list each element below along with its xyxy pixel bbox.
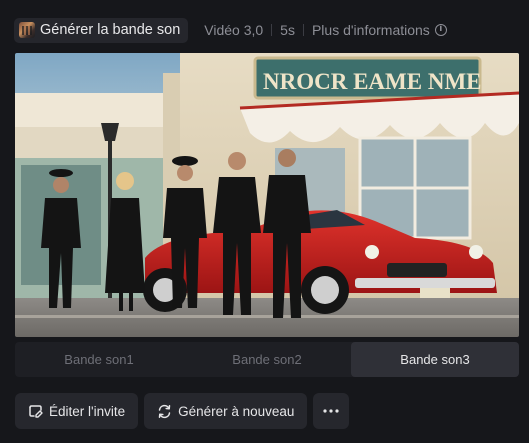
edit-icon — [29, 404, 43, 418]
edit-prompt-label: Éditer l'invite — [49, 403, 126, 419]
action-bar: Éditer l'invite Générer à nouveau — [15, 393, 350, 429]
tab-label: Bande son1 — [64, 352, 134, 367]
refresh-icon — [158, 404, 171, 418]
sign-text: NROCR EAME NME — [263, 69, 482, 94]
regenerate-button[interactable]: Générer à nouveau — [144, 393, 308, 429]
tab-soundtrack-2[interactable]: Bande son2 — [183, 342, 351, 377]
tab-label: Bande son3 — [400, 352, 470, 367]
more-options-button[interactable] — [313, 393, 350, 429]
divider — [302, 24, 304, 36]
header-bar: Générer la bande son Vidéo 3,0 5s Plus d… — [14, 17, 515, 43]
tab-label: Bande son2 — [232, 352, 302, 367]
soundtrack-tabs: Bande son1 Bande son2 Bande son3 — [15, 342, 519, 377]
more-info-label: Plus d'informations — [311, 22, 430, 38]
more-icon — [323, 409, 340, 413]
tab-soundtrack-1[interactable]: Bande son1 — [15, 342, 183, 377]
generate-soundtrack-chip[interactable]: Générer la bande son — [14, 17, 189, 43]
generation-meta: Vidéo 3,0 5s Plus d'informations i — [204, 22, 447, 38]
preview-scene: NROCR EAME NME — [15, 53, 519, 337]
left-building-band — [15, 93, 165, 127]
generation-card: Générer la bande son Vidéo 3,0 5s Plus d… — [0, 0, 529, 443]
thumbnail-icon — [19, 22, 35, 38]
model-label: Vidéo 3,0 — [204, 22, 264, 38]
duration-label: 5s — [280, 22, 295, 38]
generate-soundtrack-label: Générer la bande son — [40, 22, 181, 38]
edit-prompt-button[interactable]: Éditer l'invite — [15, 393, 139, 429]
more-info-link[interactable]: Plus d'informations i — [312, 22, 447, 38]
regenerate-label: Générer à nouveau — [178, 403, 295, 419]
info-icon: i — [434, 24, 447, 36]
curb — [15, 315, 519, 318]
divider — [271, 24, 273, 36]
video-preview[interactable]: NROCR EAME NME — [15, 53, 519, 337]
tab-soundtrack-3[interactable]: Bande son3 — [351, 342, 519, 377]
